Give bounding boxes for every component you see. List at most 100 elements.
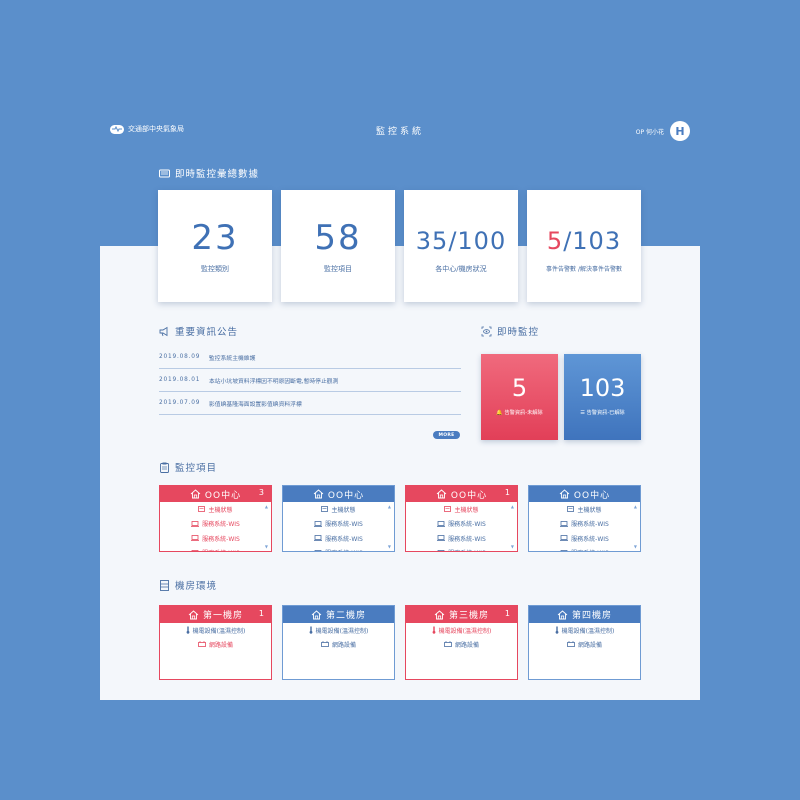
- monitor-item-label: 服務系統-WIS: [202, 548, 240, 551]
- monitor-card[interactable]: OO中心 3 ▲ 主機狀態服務系統-WIS 服務系統-WIS 服務系統-WIS ▼: [159, 485, 272, 552]
- room-card-header[interactable]: 第三機房 1: [406, 606, 517, 623]
- monitor-item-label: 服務系統-WIS: [571, 535, 609, 543]
- room-item-label: 網路設備: [454, 641, 479, 649]
- room-card-header[interactable]: 第二機房: [283, 606, 394, 623]
- room-item[interactable]: 機電設備(溫濕控制): [160, 623, 271, 637]
- scroll-up-icon[interactable]: ▲: [634, 504, 637, 509]
- avatar[interactable]: H: [670, 121, 690, 141]
- scroll-down-icon[interactable]: ▼: [388, 544, 391, 549]
- bell-icon: 🔔: [496, 410, 503, 416]
- host-icon: [198, 505, 206, 513]
- monitor-item[interactable]: 服務系統-WIS: [406, 546, 517, 551]
- monitor-item-label: 服務系統-WIS: [325, 535, 363, 543]
- room-item-label: 網路設備: [208, 641, 233, 649]
- room-item[interactable]: 機電設備(溫濕控制): [406, 623, 517, 637]
- monitor-item[interactable]: 服務系統-WIS: [406, 531, 517, 546]
- monitor-card-list[interactable]: ▲ 主機狀態服務系統-WIS 服務系統-WIS 服務系統-WIS ▼: [283, 502, 394, 551]
- announcements-title: 重要資訊公告: [175, 327, 239, 338]
- room-item[interactable]: 機電設備(溫濕控制): [529, 623, 640, 637]
- room-item[interactable]: 網路設備: [529, 637, 640, 651]
- room-item[interactable]: 機電設備(溫濕控制): [283, 623, 394, 637]
- room-item-label: 機電設備(溫濕控制): [315, 627, 369, 635]
- user-menu[interactable]: OP 何小花 H: [636, 121, 690, 141]
- alert-unresolved-card[interactable]: 5 🔔 告警資訊-未解除: [481, 354, 558, 440]
- monitor-card-header[interactable]: OO中心 3: [160, 486, 271, 502]
- monitor-item[interactable]: 服務系統-WIS: [529, 531, 640, 546]
- monitor-card-header[interactable]: OO中心: [529, 486, 640, 502]
- org-logo[interactable]: 交通部中央氣象局: [110, 124, 184, 134]
- scroll-down-icon[interactable]: ▼: [634, 544, 637, 549]
- room-card[interactable]: 第一機房 1 機電設備(溫濕控制) 網路設備: [159, 605, 272, 680]
- more-button[interactable]: MORE: [433, 431, 460, 439]
- alert-resolved-label: 告警資訊-已解除: [586, 410, 625, 416]
- stat-card-alerts[interactable]: 5/103 事件告警數 /解決事件告警數: [527, 190, 641, 302]
- monitor-card-list[interactable]: ▲ 主機狀態服務系統-WIS 服務系統-WIS 服務系統-WIS ▼: [529, 502, 640, 551]
- realtime-title: 即時監控: [497, 327, 540, 338]
- announcement-item[interactable]: 2019.08.01 本站小坑坡資料浮標因不明原因斷電,暫時停止觀測: [159, 369, 461, 392]
- stat-card-center-status[interactable]: 35/100 各中心/機房狀況: [404, 190, 518, 302]
- scroll-up-icon[interactable]: ▲: [265, 504, 268, 509]
- monitor-item[interactable]: 服務系統-WIS: [283, 531, 394, 546]
- monitor-item[interactable]: 服務系統-WIS: [160, 517, 271, 532]
- room-card-header[interactable]: 第四機房: [529, 606, 640, 623]
- building-icon: [188, 609, 199, 620]
- alert-resolved-value: 103: [579, 374, 626, 402]
- room-item[interactable]: 網路設備: [160, 637, 271, 651]
- monitor-card[interactable]: OO中心 ▲ 主機狀態服務系統-WIS 服務系統-WIS 服務系統-WIS ▼: [282, 485, 395, 552]
- monitor-card-header[interactable]: OO中心: [283, 486, 394, 502]
- laptop-icon: [191, 549, 199, 551]
- room-card[interactable]: 第三機房 1 機電設備(溫濕控制) 網路設備: [405, 605, 518, 680]
- scroll-down-icon[interactable]: ▼: [511, 544, 514, 549]
- monitor-title: 監控項目: [175, 463, 218, 474]
- stat-value: 5/103: [546, 227, 622, 255]
- monitor-item[interactable]: 主機狀態: [529, 502, 640, 517]
- clipboard-icon: [159, 462, 170, 473]
- announcement-item[interactable]: 2019.07.09 影值嶼基隆海面設置影值嶼資料浮標: [159, 392, 461, 415]
- monitor-item[interactable]: 服務系統-WIS: [160, 546, 271, 551]
- network-device-icon: [567, 641, 575, 647]
- stat-card-categories[interactable]: 23 監控類別: [158, 190, 272, 302]
- monitor-item[interactable]: 服務系統-WIS: [406, 517, 517, 532]
- thermometer-icon: [186, 626, 190, 634]
- alert-resolved-card[interactable]: 103 ☰ 告警資訊-已解除: [564, 354, 641, 440]
- host-icon: [321, 505, 329, 513]
- scroll-up-icon[interactable]: ▲: [511, 504, 514, 509]
- stat-card-items[interactable]: 58 監控項目: [281, 190, 395, 302]
- monitor-item[interactable]: 服務系統-WIS: [160, 531, 271, 546]
- monitor-item[interactable]: 服務系統-WIS: [529, 546, 640, 551]
- scroll-up-icon[interactable]: ▲: [388, 504, 391, 509]
- monitor-item-label: 主機狀態: [454, 506, 479, 514]
- stat-value: 35/100: [415, 227, 507, 255]
- scroll-down-icon[interactable]: ▼: [265, 544, 268, 549]
- monitor-item[interactable]: 服務系統-WIS: [529, 517, 640, 532]
- monitor-card-header[interactable]: OO中心 1: [406, 486, 517, 502]
- monitor-item[interactable]: 服務系統-WIS: [283, 546, 394, 551]
- monitor-item[interactable]: 主機狀態: [406, 502, 517, 517]
- stat-value: 23: [191, 218, 239, 258]
- monitor-item-label: 服務系統-WIS: [448, 521, 486, 529]
- monitor-item-label: 服務系統-WIS: [202, 535, 240, 543]
- stat-label: 事件告警數 /解決事件告警數: [546, 266, 622, 273]
- laptop-icon: [314, 549, 322, 551]
- room-item[interactable]: 網路設備: [283, 637, 394, 651]
- network-device-icon: [198, 641, 206, 647]
- monitor-item-label: 主機狀態: [577, 506, 602, 514]
- monitor-card[interactable]: OO中心 1 ▲ 主機狀態服務系統-WIS 服務系統-WIS 服務系統-WIS ▼: [405, 485, 518, 552]
- monitor-item-label: 服務系統-WIS: [448, 548, 486, 551]
- monitor-card-list[interactable]: ▲ 主機狀態服務系統-WIS 服務系統-WIS 服務系統-WIS ▼: [406, 502, 517, 551]
- announcement-date: 2019.08.01: [159, 377, 201, 383]
- room-item-label: 機電設備(溫濕控制): [561, 627, 615, 635]
- monitor-item[interactable]: 主機狀態: [283, 502, 394, 517]
- laptop-icon: [191, 535, 200, 542]
- room-card[interactable]: 第四機房機電設備(溫濕控制) 網路設備: [528, 605, 641, 680]
- room-card-header[interactable]: 第一機房 1: [160, 606, 271, 623]
- overview-title-row: 即時監控彙總數據: [159, 166, 259, 180]
- monitor-item[interactable]: 服務系統-WIS: [283, 517, 394, 532]
- monitor-card[interactable]: OO中心 ▲ 主機狀態服務系統-WIS 服務系統-WIS 服務系統-WIS ▼: [528, 485, 641, 552]
- monitor-item[interactable]: 主機狀態: [160, 502, 271, 517]
- announcement-item[interactable]: 2019.08.09 監控系統主機維護: [159, 346, 461, 369]
- monitor-card-list[interactable]: ▲ 主機狀態服務系統-WIS 服務系統-WIS 服務系統-WIS ▼: [160, 502, 271, 551]
- room-card[interactable]: 第二機房機電設備(溫濕控制) 網路設備: [282, 605, 395, 680]
- org-name: 交通部中央氣象局: [128, 125, 184, 133]
- room-item[interactable]: 網路設備: [406, 637, 517, 651]
